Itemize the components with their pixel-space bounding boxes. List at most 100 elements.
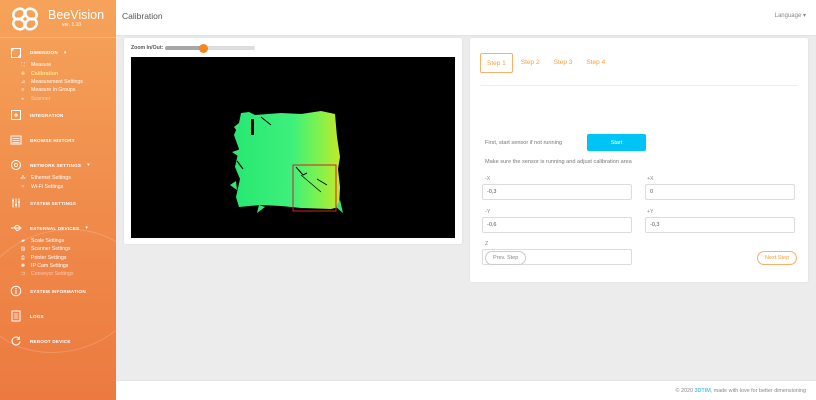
ruler-icon: ⊿ [20,78,26,85]
reboot-icon [10,335,22,347]
sidebar-item-label: Measurement Settings [31,78,83,85]
sidebar-section-logs[interactable]: LOGS [0,308,116,325]
sidebar-section-network-settings[interactable]: NETWORK SETTINGS ▾ [0,157,116,174]
footer-link[interactable]: 3DTIM [695,388,711,394]
z-label: Z [485,241,489,247]
sidebar-section-label: EXTERNAL DEVICES [30,225,80,231]
tab-divider [480,85,798,86]
sidebar-item-label: Conveyor Settings [31,271,74,278]
next-step-button[interactable]: Next Step [757,251,798,265]
zoom-slider-fill [165,46,204,50]
sidebar-section-label: DIMENSION [30,50,58,55]
logs-icon [10,310,22,322]
brand-name: BeeVision [48,8,105,22]
sidebar-item-scanner-settings[interactable]: ▥ Scanner Settings [0,245,116,253]
sidebar-item-ethernet-settings[interactable]: ⁂ Ethernet Settings [0,174,116,182]
footer-tagline: , made with love for better dimensioning [710,388,806,394]
sidebar-item-scanner[interactable]: ▸ Scanner [0,95,116,103]
zoom-control: Zoom In/Out: [131,43,256,53]
brand-version: ver. 1.10 [62,22,82,28]
history-icon [10,134,22,146]
sidebar-item-label: Scale Settings [31,237,65,244]
plus-x-input[interactable]: 0 [645,184,795,200]
scanner-icon: ▸ [21,95,25,102]
chevron-down-icon: ▾ [87,162,90,169]
wifi-icon: ≈ [21,183,25,190]
page-title: Calibration [122,11,163,21]
sidebar-section-label: BROWSE HISTORY [30,137,75,143]
sidebar-item-measurement-settings[interactable]: ⊿ Measurement Settings [0,78,116,86]
sidebar-item-label: Wi-Fi Settings [31,183,64,190]
info-icon [10,285,22,297]
plus-y-input[interactable]: -0,3 [645,217,795,233]
footer-text: © 2020 3DTIM, made with love for better … [676,388,806,394]
sidebar-item-conveyor-settings[interactable]: ⇉ Conveyor Settings [0,270,116,278]
sidebar-item-label: Measure In Groups [31,87,76,94]
footer-copyright: © 2020 [675,388,695,394]
sidebar-item-label: Printer Settings [31,254,67,261]
calibration-icon: ✥ [20,70,26,77]
sidebar-item-label: Measure [31,62,52,69]
chevron-down-icon: ▾ [85,225,89,232]
conveyor-icon: ⇉ [20,271,26,278]
scale-icon: ▰ [21,237,25,244]
zoom-slider[interactable] [165,43,256,53]
sidebar-section-browse-history[interactable]: BROWSE HISTORY [0,132,116,149]
camera-icon: ✺ [20,263,26,270]
sidebar-section-label: SYSTEM INFORMATION [30,288,86,294]
minus-x-input[interactable]: -0,3 [482,184,632,200]
beevision-logo-icon [12,6,38,31]
integration-icon [10,109,22,121]
zoom-slider-thumb[interactable] [199,43,209,53]
ethernet-icon: ⁂ [20,175,26,182]
sidebar-nav: DIMENSION ▾ ⛶ Measure ✥ Calibration ⊿ Measu… [0,44,116,350]
step-tabs: Step 1 Step 2 Step 3 Step 4 [480,53,613,73]
plus-x-label: +X [647,176,654,182]
start-sensor-button[interactable]: Start [587,134,646,151]
prev-step-button[interactable]: Prev. Step [485,251,527,265]
sidebar-section-reboot-device[interactable]: REBOOT DEVICE [0,333,116,350]
sidebar-item-label: Calibration [31,70,59,77]
sidebar-item-scale-settings[interactable]: ▰ Scale Settings [0,237,116,245]
tab-step-4[interactable]: Step 4 [580,53,611,73]
brand-header: BeeVision ver. 1.10 [0,0,116,38]
sidebar-item-label: IP Cam Settings [31,263,69,270]
sidebar-item-wifi-settings[interactable]: ≈ Wi-Fi Settings [0,182,116,190]
camera-view[interactable] [131,57,455,238]
tab-step-1[interactable]: Step 1 [480,53,513,73]
groups-icon: ≡ [21,87,25,94]
chevron-down-icon: ▾ [63,49,67,56]
point-cloud-image [230,111,343,213]
sidebar-item-label: Ethernet Settings [31,175,71,182]
sidebar-section-label: NETWORK SETTINGS [30,162,82,168]
sidebar-section-dimension[interactable]: DIMENSION ▾ [0,44,116,61]
sidebar-section-label: SYSTEM SETTINGS [30,200,77,206]
sidebar-section-integration[interactable]: INTEGRATION [0,107,116,124]
sidebar-item-calibration[interactable]: ✥ Calibration [0,69,116,77]
system-settings-icon [10,197,22,209]
minus-y-input[interactable]: -0,6 [482,217,632,233]
tab-step-2[interactable]: Step 2 [515,53,546,73]
sidebar: BeeVision ver. 1.10 DIMENSION ▾ ⛶ Measure… [0,0,116,400]
language-dropdown[interactable]: Language ▾ [775,12,806,19]
plus-y-label: +Y [647,209,654,215]
measure-icon: ⛶ [21,62,25,69]
dimension-icon [10,47,22,59]
sidebar-item-ip-cam-settings[interactable]: ✺ IP Cam Settings [0,262,116,270]
footer: © 2020 3DTIM, made with love for better … [116,380,816,400]
sidebar-section-external-devices[interactable]: EXTERNAL DEVICES ▾ [0,220,116,237]
camera-panel: Zoom In/Out: [124,38,462,244]
sidebar-section-system-settings[interactable]: SYSTEM SETTINGS [0,195,116,212]
sidebar-item-measure[interactable]: ⛶ Measure [0,61,116,69]
tab-step-3[interactable]: Step 3 [548,53,579,73]
adjust-instruction: Make sure the sensor is running and adju… [485,159,632,165]
usb-icon [10,222,22,234]
zoom-label: Zoom In/Out: [131,45,164,51]
sidebar-item-printer-settings[interactable]: ⎙ Printer Settings [0,254,116,262]
sidebar-section-label: INTEGRATION [30,112,64,118]
sidebar-section-label: REBOOT DEVICE [30,338,71,344]
sidebar-item-measure-in-groups[interactable]: ≡ Measure In Groups [0,86,116,94]
calibration-steps-panel: Step 1 Step 2 Step 3 Step 4 First, start… [470,38,808,282]
sidebar-section-system-information[interactable]: SYSTEM INFORMATION [0,283,116,300]
start-instruction: First, start sensor if not running [485,140,563,146]
